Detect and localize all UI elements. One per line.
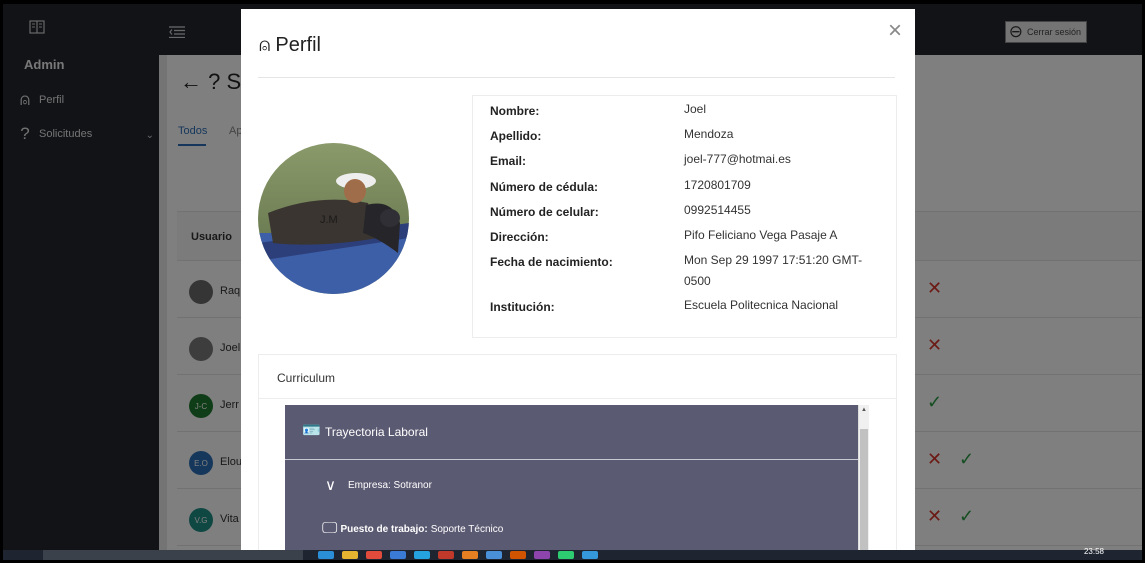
app-icon[interactable] [582,551,598,559]
app-icon[interactable] [318,551,334,559]
value-cedula: 1720801709 [684,178,751,192]
app-icon[interactable] [510,551,526,559]
label-email: Email: [490,154,527,168]
taskbar-apps [318,551,598,559]
profile-modal: ⍝ Perfil × J.M Nombre: Joel Apellido: Me… [241,9,915,550]
value-apellido: Mendoza [684,127,734,141]
label-direccion: Dirección: [490,230,549,244]
photo-watermark: J.M [320,214,338,226]
profile-photo-image: J.M [258,143,409,294]
divider [258,77,895,78]
label-celular: Número de celular: [490,205,599,219]
user-icon: ⍝ [259,34,271,56]
value-direccion: Pifo Feliciano Vega Pasaje A [684,228,838,242]
profile-photo: J.M [258,143,409,294]
modal-title: ⍝ Perfil [259,34,321,57]
taskbar-clock: 23:58 [1083,547,1104,556]
chevron-down-icon: ∨ [325,477,336,494]
label-nombre: Nombre: [490,104,540,118]
label-institucion: Institución: [490,300,555,314]
app-icon[interactable] [534,551,550,559]
app-icon[interactable] [366,551,382,559]
modal-title-text: Perfil [275,34,321,56]
os-taskbar: 23:58 [3,547,1142,560]
app-icon[interactable] [390,551,406,559]
trajectory-panel: 🪪 Trayectoria Laboral ∨ Empresa: Sotrano… [285,405,858,550]
company-name: Empresa: Sotranor [347,479,432,491]
position-value: Soporte Técnico [430,523,504,535]
value-institucion: Escuela Politecnica Nacional [684,298,839,312]
close-icon[interactable]: × [888,17,902,45]
app-icon[interactable] [486,551,502,559]
trajectory-title: Trayectoria Laboral [325,425,428,439]
value-nombre: Joel [684,102,707,116]
curriculum-title: Curriculum [277,371,336,385]
app-icon[interactable] [558,551,574,559]
label-fecha-nacimiento: Fecha de nacimiento: [490,255,613,269]
label-apellido: Apellido: [490,129,542,143]
value-email: joel-777@hotmai.es [684,152,791,166]
monitor-icon: 🖵 [322,520,338,537]
id-card-icon: 🪪 [302,422,321,439]
profile-details: Nombre: Joel Apellido: Mendoza Email: jo… [472,95,897,338]
app-icon[interactable] [438,551,454,559]
curriculum-header: Curriculum [259,355,896,399]
value-celular: 0992514455 [684,203,751,217]
scroll-up-icon[interactable]: ▲ [861,407,867,413]
scrollbar[interactable]: ▲ [858,405,869,550]
trajectory-header[interactable]: 🪪 Trayectoria Laboral [285,405,858,460]
app-icon[interactable] [414,551,430,559]
position-item: 🖵 Puesto de trabajo: Soporte Técnico [322,520,503,538]
app-icon[interactable] [342,551,358,559]
scrollbar-thumb[interactable] [860,429,868,550]
position-label: Puesto de trabajo: [340,523,428,535]
label-cedula: Número de cédula: [490,180,599,194]
value-fecha-nacimiento: Mon Sep 29 1997 17:51:20 GMT-0500 [684,253,863,288]
company-item[interactable]: ∨ Empresa: Sotranor [325,476,432,494]
taskbar-search[interactable] [43,550,303,560]
app-icon[interactable] [462,551,478,559]
